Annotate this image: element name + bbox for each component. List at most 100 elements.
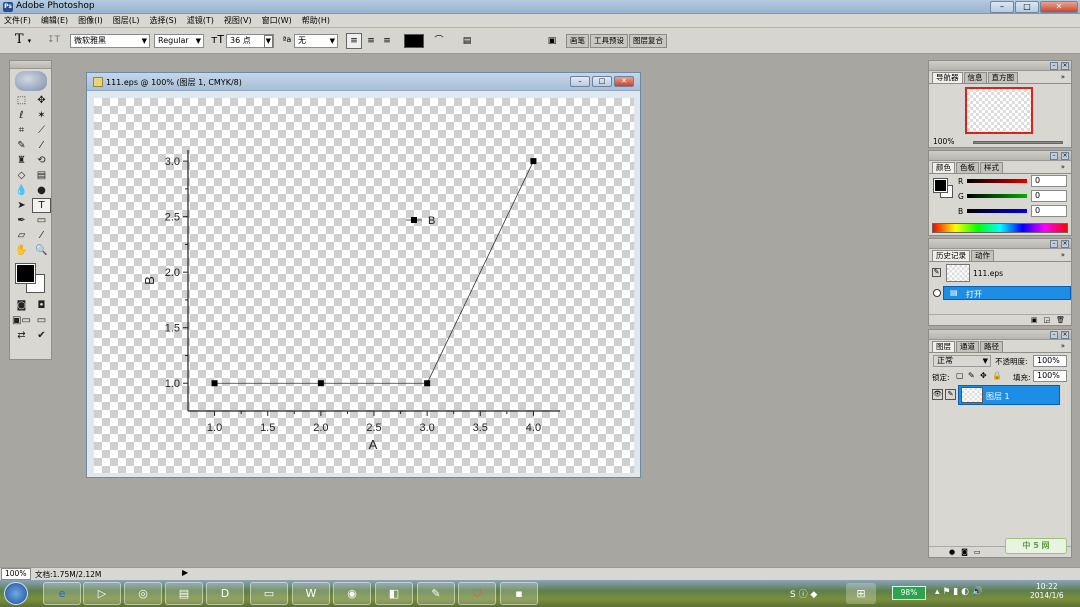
history-panel-header[interactable]: – × [929, 239, 1071, 249]
pen-tool-icon[interactable]: ✒ [12, 213, 31, 228]
document-maximize-button[interactable]: □ [592, 76, 612, 87]
terminal-taskbar-icon[interactable]: ▪ [500, 582, 538, 605]
move-tool-icon[interactable]: ✥ [32, 93, 51, 108]
panel-menu-icon[interactable]: » [1058, 341, 1068, 352]
font-size-input[interactable]: 36 点 ▼ [226, 34, 274, 48]
menu-window[interactable]: 窗口(W) [262, 15, 292, 26]
lock-all-icon[interactable]: 🔒 [992, 371, 1002, 380]
layer-mask-icon[interactable]: ◙ [961, 547, 968, 557]
word-taskbar-icon[interactable]: W [292, 582, 330, 605]
foreground-color-swatch[interactable] [15, 263, 36, 284]
navigator-thumbnail[interactable] [965, 87, 1033, 134]
link-layers-icon[interactable]: ● [949, 547, 955, 557]
align-center-icon[interactable]: ≡ [364, 33, 378, 49]
align-right-icon[interactable]: ≡ [380, 33, 394, 49]
start-button-icon[interactable] [4, 582, 28, 605]
panel-menu-icon[interactable]: » [1058, 72, 1068, 83]
ie-taskbar-icon[interactable]: e [43, 582, 81, 605]
media-taskbar-icon[interactable]: ▷ [83, 582, 121, 605]
photoshop-taskbar-icon[interactable]: ◧ [375, 582, 413, 605]
crop-tool-icon[interactable]: ⌗ [12, 123, 31, 138]
screen-mode-icon[interactable]: ▣▭ [12, 313, 31, 328]
slice-tool-icon[interactable]: ⟋ [32, 123, 51, 138]
eraser-tool-icon[interactable]: ◇ [12, 168, 31, 183]
chrome-taskbar-icon[interactable]: ◎ [124, 582, 162, 605]
status-zoom[interactable]: 100% [1, 568, 31, 580]
magic-wand-tool-icon[interactable]: ✶ [32, 108, 51, 123]
palette-well-tab-tool-presets[interactable]: 工具预设 [590, 34, 628, 48]
panel-menu-icon[interactable]: » [1058, 162, 1068, 173]
document-close-button[interactable]: ✕ [614, 76, 634, 87]
lock-transparency-icon[interactable]: ▢ [956, 371, 964, 380]
eyedropper-tool-icon[interactable]: ⁄ [32, 228, 51, 243]
type-tool-icon[interactable]: T [32, 198, 51, 213]
font-style-select[interactable]: Regular ▼ [154, 34, 204, 48]
menu-help[interactable]: 帮助(H) [302, 15, 330, 26]
document-minimize-button[interactable]: – [570, 76, 590, 87]
tab-navigator[interactable]: 导航器 [932, 72, 963, 83]
channel-b-slider[interactable] [967, 209, 1027, 213]
layers-panel-header[interactable]: – × [929, 330, 1071, 340]
tab-actions[interactable]: 动作 [971, 250, 994, 261]
maximize-button[interactable]: □ [1015, 1, 1039, 13]
history-step[interactable]: ▤ 打开 [933, 286, 1071, 300]
palette-well-tab-brushes[interactable]: 画笔 [566, 34, 589, 48]
panel-close-icon[interactable]: × [1061, 240, 1069, 248]
channel-r-slider[interactable] [967, 179, 1027, 183]
tab-paths[interactable]: 路径 [980, 341, 1003, 352]
clock[interactable]: 10:22 2014/1/6 [1030, 582, 1064, 600]
blend-mode-select[interactable]: 正常 ▼ [933, 355, 991, 367]
lock-position-icon[interactable]: ✥ [980, 371, 987, 380]
panel-minimize-icon[interactable]: – [1050, 62, 1058, 70]
channel-g-slider[interactable] [967, 194, 1027, 198]
navigator-panel-header[interactable]: – × [929, 61, 1071, 71]
panel-minimize-icon[interactable]: – [1050, 331, 1058, 339]
new-layer-icon[interactable]: ▭ [974, 547, 981, 557]
tab-histogram[interactable]: 直方图 [987, 72, 1018, 83]
minimize-button[interactable]: – [990, 1, 1014, 13]
navigator-zoom[interactable]: 100% [933, 137, 954, 146]
standard-mode-icon[interactable]: ◙ [12, 298, 31, 313]
battery-indicator[interactable]: 98% [892, 586, 926, 600]
new-document-from-state-icon[interactable]: ▣ [1031, 315, 1038, 325]
tab-history[interactable]: 历史记录 [932, 250, 970, 261]
new-snapshot-icon[interactable]: ◲ [1043, 315, 1050, 325]
panel-close-icon[interactable]: × [1061, 152, 1069, 160]
full-screen-mode-icon[interactable]: ▭ [32, 313, 51, 328]
character-panel-icon[interactable]: ▤ [460, 33, 474, 49]
menu-file[interactable]: 文件(F) [4, 15, 31, 26]
panel-minimize-icon[interactable]: – [1050, 152, 1058, 160]
history-brush-tool-icon[interactable]: ⟲ [32, 153, 51, 168]
imageready-check-icon[interactable]: ✔ [32, 328, 51, 343]
orientation-toggle-icon[interactable]: ↧T [46, 32, 60, 48]
app-d-taskbar-icon[interactable]: D [206, 582, 244, 605]
delete-state-icon[interactable]: 🗑 [1056, 315, 1065, 325]
tab-styles[interactable]: 样式 [980, 162, 1003, 173]
menu-filter[interactable]: 滤镜(T) [187, 15, 214, 26]
align-left-icon[interactable]: ≡ [346, 33, 362, 49]
hand-tool-icon[interactable]: ✋ [12, 243, 31, 258]
panel-close-icon[interactable]: × [1061, 62, 1069, 70]
system-tray-icons[interactable]: S ⓘ ◆ [790, 587, 817, 600]
toolbox-header[interactable] [10, 61, 51, 69]
close-button[interactable]: ✕ [1040, 1, 1078, 13]
tab-info[interactable]: 信息 [963, 72, 987, 83]
zoom-tool-icon[interactable]: 🔍 [32, 243, 51, 258]
acrobat-taskbar-icon[interactable]: ⛉ [458, 582, 496, 605]
layer-selected-highlight[interactable]: 图层 1 [958, 385, 1060, 405]
channel-g-input[interactable]: 0 [1031, 190, 1067, 202]
dodge-tool-icon[interactable]: ● [32, 183, 51, 198]
tab-swatches[interactable]: 色板 [956, 162, 979, 173]
gradient-tool-icon[interactable]: ▤ [32, 168, 51, 183]
palette-well-tab-layer-comps[interactable]: 图层复合 [629, 34, 667, 48]
panel-close-icon[interactable]: × [1061, 331, 1069, 339]
jump-to-imageready-icon[interactable]: ⇄ [12, 328, 31, 343]
tray-network-volume-icons[interactable]: ▴ ⚑ ▮ ◐ 🔊 [935, 587, 983, 597]
explorer-taskbar-icon[interactable]: ▤ [165, 582, 203, 605]
text-color-swatch[interactable] [404, 34, 424, 48]
layer-brush-icon[interactable]: ✎ [945, 389, 956, 400]
lock-image-icon[interactable]: ✎ [968, 371, 975, 380]
channel-b-input[interactable]: 0 [1031, 205, 1067, 217]
quick-mask-mode-icon[interactable]: ◘ [32, 298, 51, 313]
history-snapshot[interactable]: ✎ 111.eps [929, 263, 1071, 285]
